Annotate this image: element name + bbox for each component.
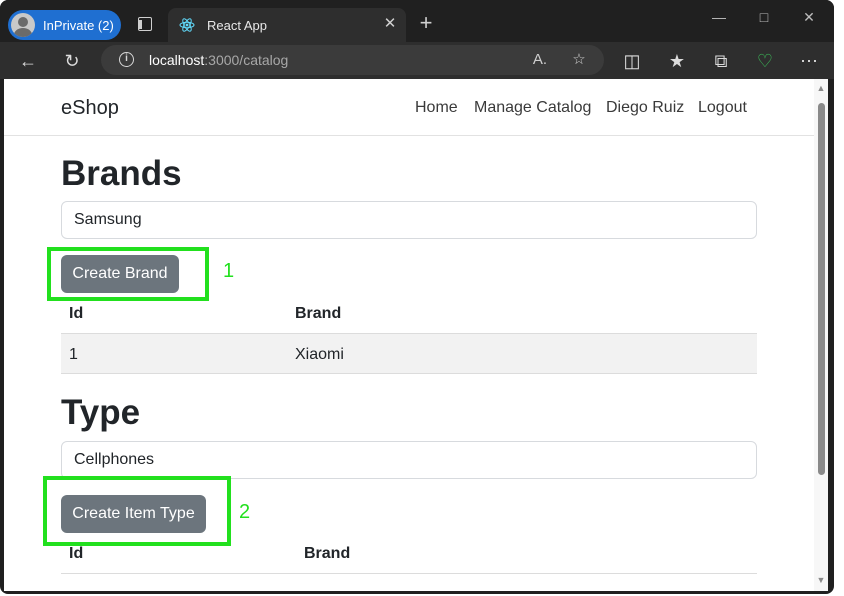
tabs-icon[interactable] [138, 17, 152, 31]
annotation-1: 1 [223, 260, 235, 282]
vertical-scrollbar[interactable]: ▲ ▼ [814, 79, 828, 591]
nav-link-logout[interactable]: Logout [698, 99, 747, 117]
maximize-icon[interactable]: □ [754, 8, 774, 26]
item-type-input[interactable]: Cellphones [61, 441, 757, 479]
scrollbar-thumb[interactable] [818, 103, 825, 475]
minimize-icon[interactable]: — [709, 8, 729, 26]
close-window-icon[interactable]: ✕ [799, 8, 819, 26]
brands-heading: Brands [61, 154, 182, 193]
inprivate-profile-button[interactable]: InPrivate (2) [8, 10, 121, 40]
brands-column-brand: Brand [295, 305, 342, 322]
close-tab-icon[interactable]: ✕ [382, 16, 398, 32]
info-icon[interactable]: i [119, 52, 134, 67]
address-toolbar: ← ↻ i localhost:3000/catalog A. ☆ ◫ ★ ⧉ … [0, 42, 834, 79]
scroll-up-icon[interactable]: ▲ [816, 83, 826, 93]
favorites-icon[interactable]: ★ [666, 50, 688, 72]
table-divider [61, 573, 757, 574]
page-content: eShop Home Manage Catalog Diego Ruiz Log… [4, 79, 814, 591]
back-icon[interactable]: ← [17, 50, 39, 72]
row-id: 1 [69, 346, 78, 363]
navbar-brand[interactable]: eShop [61, 97, 119, 120]
create-item-type-button[interactable]: Create Item Type [61, 495, 206, 533]
address-bar[interactable]: i localhost:3000/catalog A. ☆ [101, 45, 604, 75]
types-column-id: Id [69, 545, 84, 562]
types-column-brand: Brand [304, 545, 351, 562]
avatar-icon [11, 13, 35, 37]
row-brand: Xiaomi [295, 346, 344, 363]
nav-link-manage-catalog[interactable]: Manage Catalog [474, 99, 591, 117]
profile-label: InPrivate (2) [43, 17, 114, 33]
create-brand-button[interactable]: Create Brand [61, 255, 179, 293]
collections-icon[interactable]: ⧉ [710, 50, 732, 72]
app-navbar: eShop Home Manage Catalog Diego Ruiz Log… [4, 79, 814, 136]
new-tab-icon[interactable]: + [416, 12, 436, 34]
annotation-2: 2 [239, 501, 251, 523]
more-icon[interactable]: ⋯ [798, 50, 820, 72]
split-screen-icon[interactable]: ◫ [621, 50, 643, 72]
tab-title: React App [207, 17, 267, 33]
brands-column-id: Id [69, 305, 84, 322]
refresh-icon[interactable]: ↻ [61, 50, 83, 72]
table-row: 1 Xiaomi [61, 333, 757, 374]
react-icon [179, 17, 195, 33]
type-heading: Type [61, 393, 141, 432]
scroll-down-icon[interactable]: ▼ [816, 575, 826, 585]
brand-name-input[interactable]: Samsung [61, 201, 757, 239]
tab-react-app[interactable]: React App ✕ [168, 8, 406, 42]
url-host: localhost [149, 52, 205, 68]
url-path: :3000/catalog [204, 52, 289, 68]
browser-window: InPrivate (2) React App ✕ + — □ ✕ ← ↻ i … [0, 0, 834, 594]
title-bar: InPrivate (2) React App ✕ + — □ ✕ [0, 0, 834, 42]
nav-link-home[interactable]: Home [415, 99, 458, 117]
url-text: localhost:3000/catalog [149, 52, 288, 68]
nav-link-user[interactable]: Diego Ruiz [606, 99, 684, 117]
health-icon[interactable]: ♡ [754, 50, 776, 72]
read-aloud-icon[interactable]: A. [531, 51, 549, 69]
favorite-star-icon[interactable]: ☆ [570, 51, 588, 69]
